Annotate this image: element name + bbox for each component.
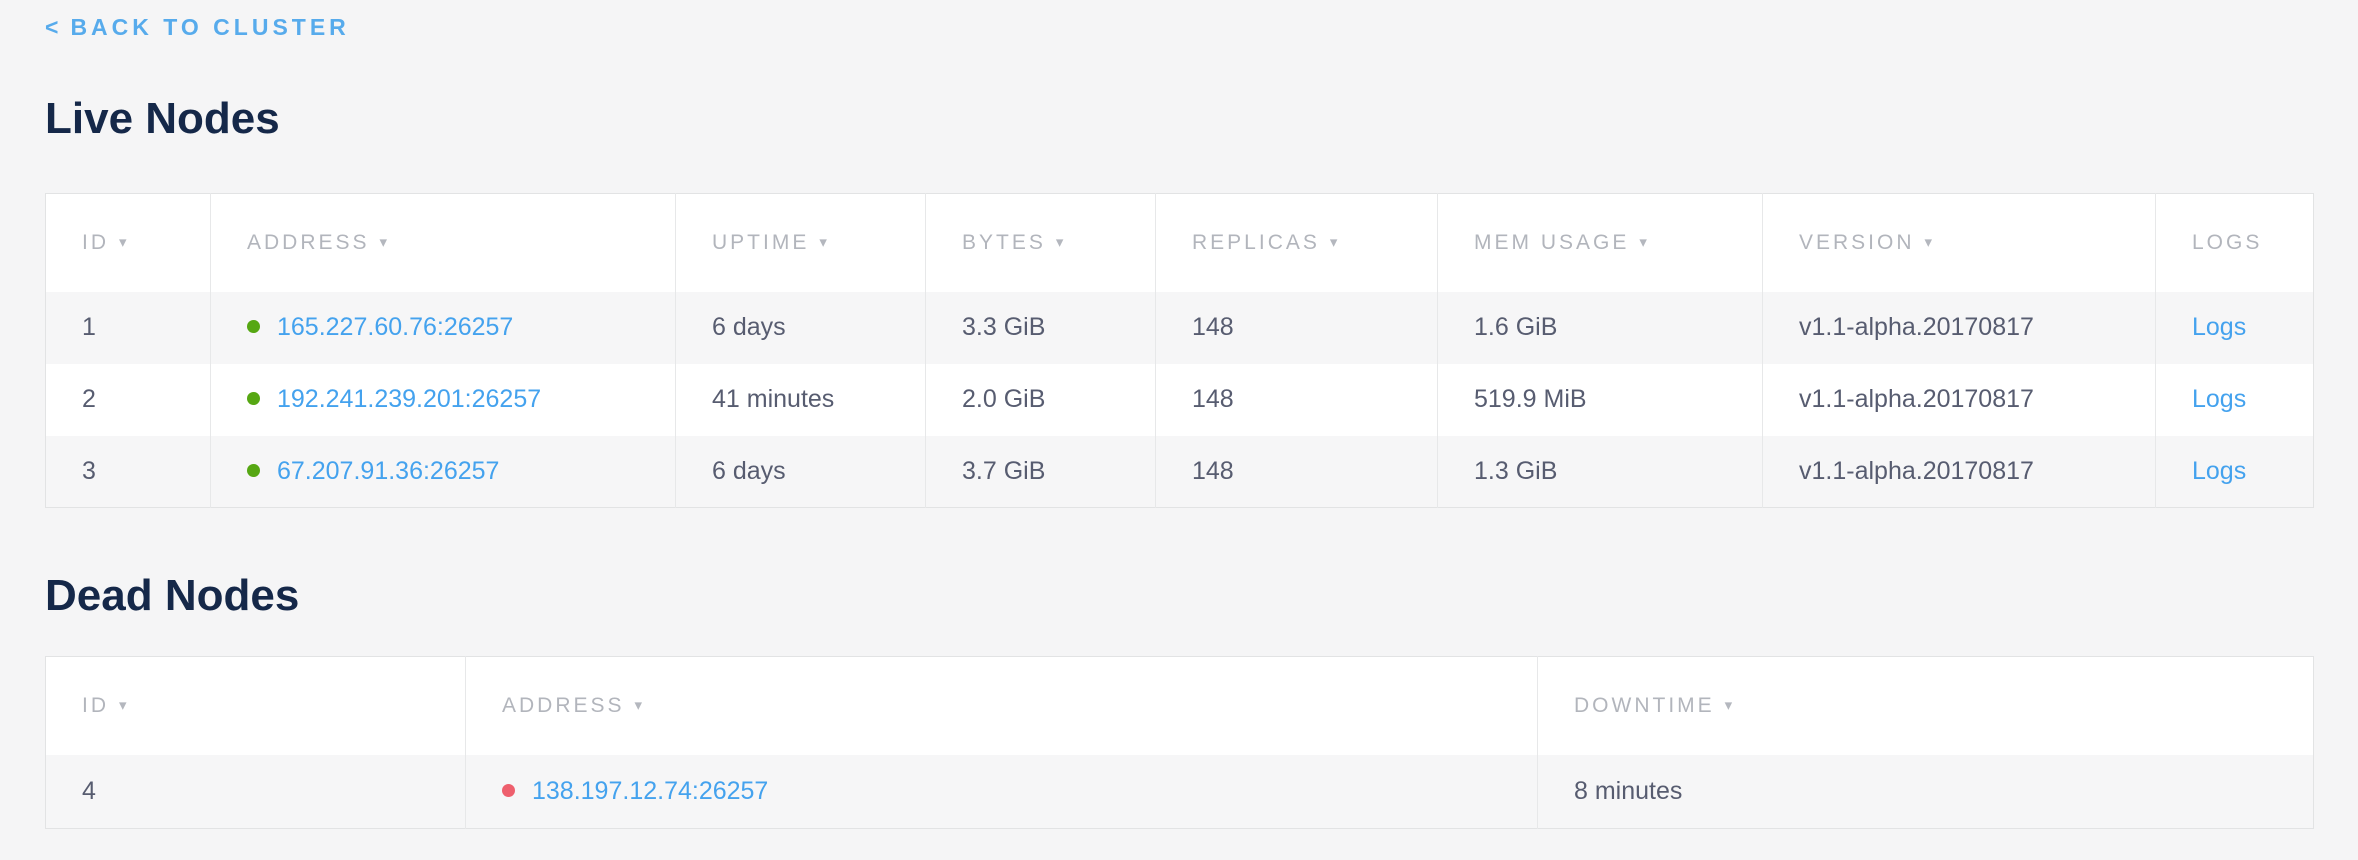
sort-caret-icon: ▾ [119, 234, 127, 251]
live-nodes-table: ID▾ ADDRESS▾ UPTIME▾ BYTES▾ REPLICAS▾ ME… [45, 193, 2314, 508]
cell-node-logs: Logs [2156, 436, 2314, 508]
cell-node-uptime: 6 days [676, 436, 926, 508]
live-node-row: 1 165.227.60.76:26257 6 days 3.3 GiB 148… [46, 292, 2314, 364]
dead-node-row: 4 138.197.12.74:26257 8 minutes [46, 755, 2314, 829]
cell-node-replicas: 148 [1156, 364, 1438, 436]
sort-caret-icon: ▾ [1925, 234, 1933, 251]
column-header-id[interactable]: ID▾ [46, 194, 211, 292]
node-address-link[interactable]: 192.241.239.201:26257 [277, 385, 541, 413]
sort-caret-icon: ▾ [1725, 697, 1733, 714]
column-header-bytes[interactable]: BYTES▾ [926, 194, 1156, 292]
node-address-link[interactable]: 165.227.60.76:26257 [277, 313, 513, 341]
live-node-row: 2 192.241.239.201:26257 41 minutes 2.0 G… [46, 364, 2314, 436]
column-header-address[interactable]: ADDRESS▾ [466, 657, 1538, 755]
cell-node-bytes: 2.0 GiB [926, 364, 1156, 436]
column-header-logs: LOGS [2156, 194, 2314, 292]
live-node-row: 3 67.207.91.36:26257 6 days 3.7 GiB 148 … [46, 436, 2314, 508]
sort-caret-icon: ▾ [635, 697, 643, 714]
live-nodes-title: Live Nodes [45, 93, 2313, 145]
cell-node-version: v1.1-alpha.20170817 [1763, 364, 2156, 436]
cell-node-bytes: 3.7 GiB [926, 436, 1156, 508]
sort-caret-icon: ▾ [119, 697, 127, 714]
sort-caret-icon: ▾ [819, 234, 827, 251]
cell-node-id: 1 [46, 292, 211, 364]
cell-node-id: 2 [46, 364, 211, 436]
node-address-link[interactable]: 67.207.91.36:26257 [277, 457, 499, 485]
back-to-cluster-label: BACK TO CLUSTER [70, 14, 349, 40]
cell-node-id: 4 [46, 755, 466, 829]
live-status-dot-icon [247, 320, 260, 333]
sort-caret-icon: ▾ [380, 234, 388, 251]
cell-node-mem-usage: 1.3 GiB [1438, 436, 1763, 508]
logs-link[interactable]: Logs [2192, 457, 2246, 485]
cell-node-uptime: 41 minutes [676, 364, 926, 436]
column-header-address[interactable]: ADDRESS▾ [211, 194, 676, 292]
column-header-version[interactable]: VERSION▾ [1763, 194, 2156, 292]
cell-node-address: 138.197.12.74:26257 [466, 755, 1538, 829]
column-header-mem-usage[interactable]: MEM USAGE▾ [1438, 194, 1763, 292]
dead-nodes-header-row: ID▾ ADDRESS▾ DOWNTIME▾ [46, 657, 2314, 755]
chevron-left-icon: < [45, 14, 58, 40]
cell-node-address: 192.241.239.201:26257 [211, 364, 676, 436]
dead-nodes-table: ID▾ ADDRESS▾ DOWNTIME▾ 4 138.197.12.74:2… [45, 656, 2314, 829]
column-header-downtime[interactable]: DOWNTIME▾ [1538, 657, 2314, 755]
sort-caret-icon: ▾ [1056, 234, 1064, 251]
cell-node-address: 67.207.91.36:26257 [211, 436, 676, 508]
cell-node-id: 3 [46, 436, 211, 508]
live-status-dot-icon [247, 464, 260, 477]
column-header-uptime[interactable]: UPTIME▾ [676, 194, 926, 292]
cell-node-bytes: 3.3 GiB [926, 292, 1156, 364]
cell-node-downtime: 8 minutes [1538, 755, 2314, 829]
cell-node-mem-usage: 1.6 GiB [1438, 292, 1763, 364]
sort-caret-icon: ▾ [1639, 234, 1647, 251]
cell-node-mem-usage: 519.9 MiB [1438, 364, 1763, 436]
column-header-replicas[interactable]: REPLICAS▾ [1156, 194, 1438, 292]
column-header-id[interactable]: ID▾ [46, 657, 466, 755]
live-nodes-header-row: ID▾ ADDRESS▾ UPTIME▾ BYTES▾ REPLICAS▾ ME… [46, 194, 2314, 292]
cell-node-logs: Logs [2156, 364, 2314, 436]
cell-node-address: 165.227.60.76:26257 [211, 292, 676, 364]
back-to-cluster-link[interactable]: < BACK TO CLUSTER [45, 14, 350, 41]
sort-caret-icon: ▾ [1330, 234, 1338, 251]
cell-node-version: v1.1-alpha.20170817 [1763, 436, 2156, 508]
cell-node-version: v1.1-alpha.20170817 [1763, 292, 2156, 364]
nodes-page: < BACK TO CLUSTER Live Nodes ID▾ ADDRESS▾… [0, 0, 2358, 829]
logs-link[interactable]: Logs [2192, 385, 2246, 413]
cell-node-uptime: 6 days [676, 292, 926, 364]
logs-link[interactable]: Logs [2192, 313, 2246, 341]
dead-nodes-title: Dead Nodes [45, 570, 2313, 622]
live-status-dot-icon [247, 392, 260, 405]
cell-node-logs: Logs [2156, 292, 2314, 364]
cell-node-replicas: 148 [1156, 292, 1438, 364]
cell-node-replicas: 148 [1156, 436, 1438, 508]
node-address-link[interactable]: 138.197.12.74:26257 [532, 777, 768, 805]
dead-status-dot-icon [502, 784, 515, 797]
